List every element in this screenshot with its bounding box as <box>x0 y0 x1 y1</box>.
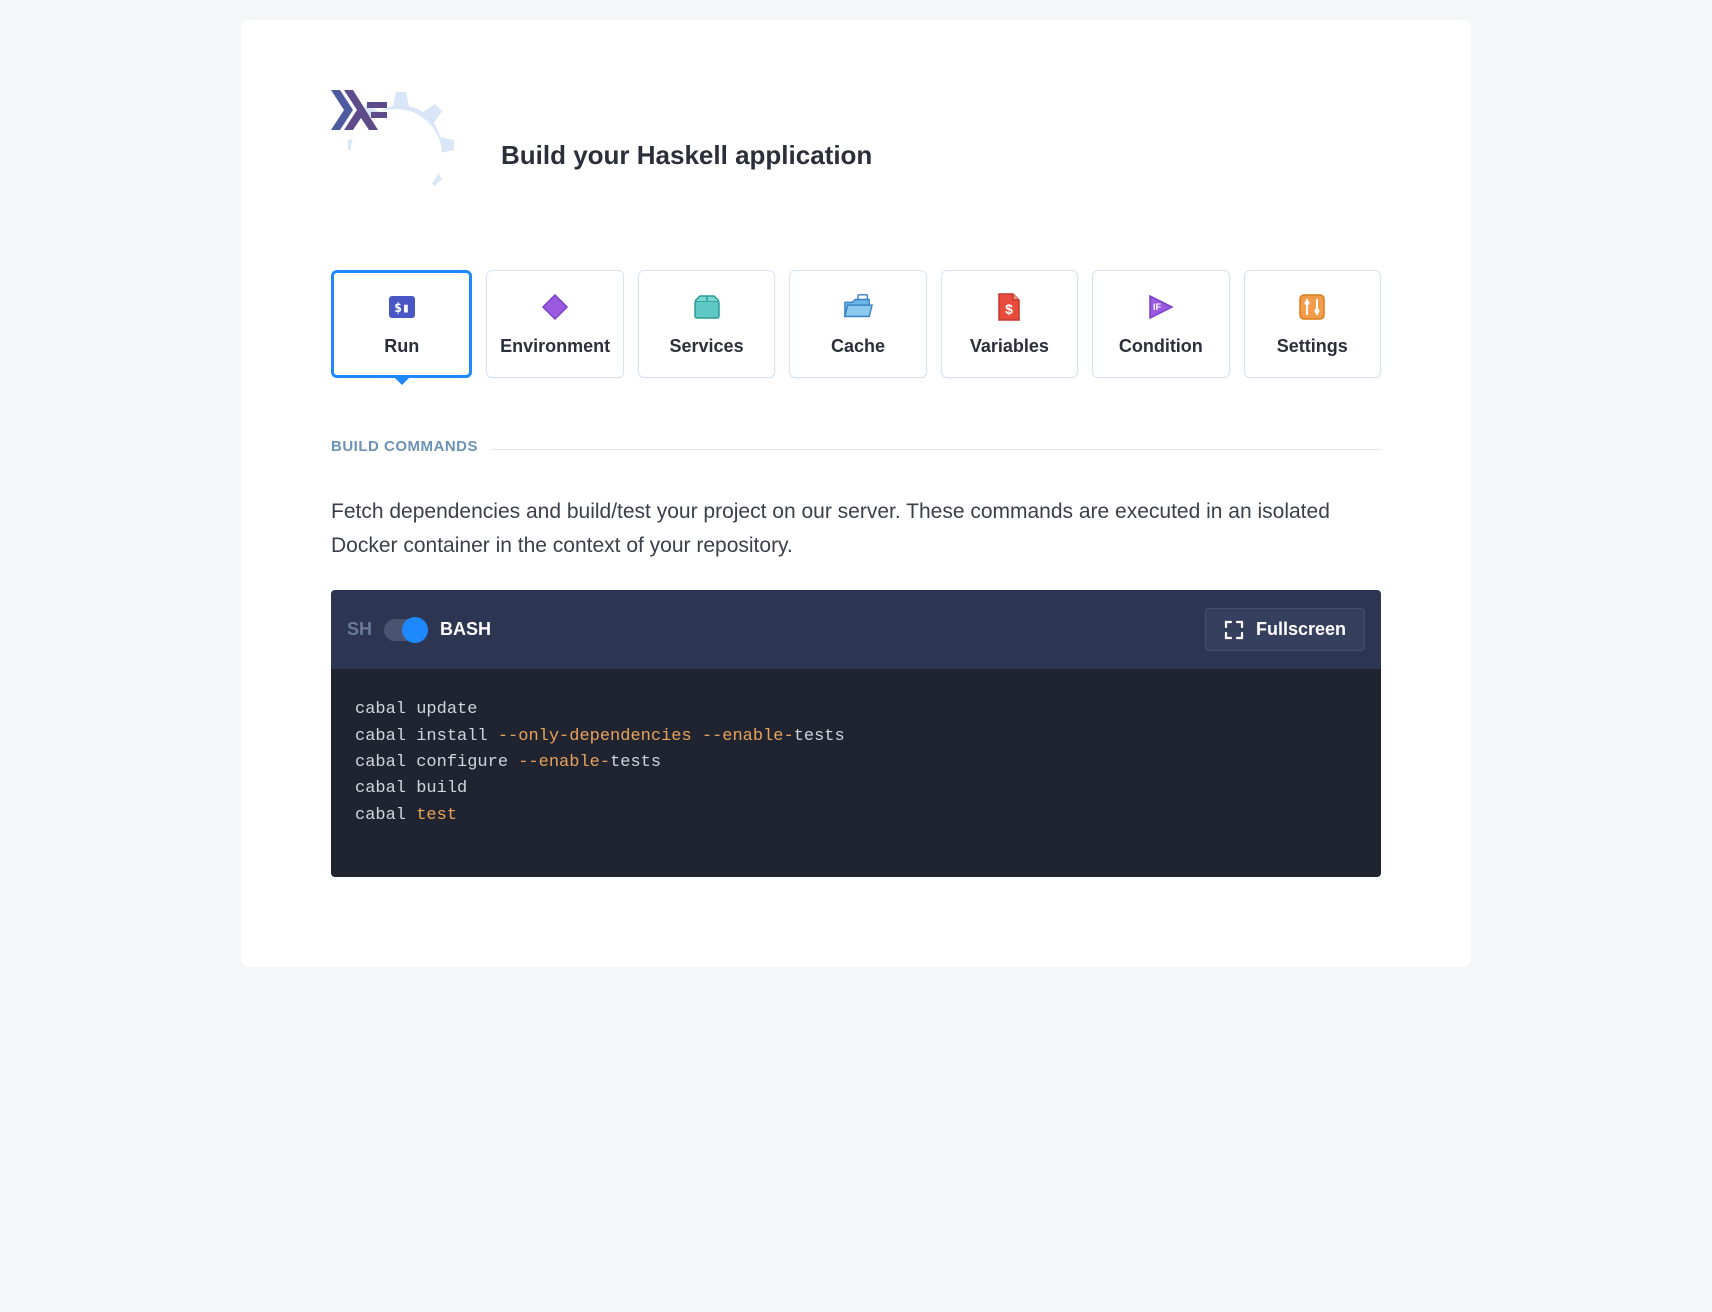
section-description: Fetch dependencies and build/test your p… <box>331 495 1381 562</box>
config-card: Build your Haskell application $▮ Run En… <box>241 20 1471 967</box>
fullscreen-icon <box>1224 620 1244 640</box>
svg-text:$: $ <box>1005 301 1013 317</box>
page-title: Build your Haskell application <box>501 140 872 171</box>
editor-toolbar: SH BASH Fullscreen <box>331 590 1381 669</box>
tab-label: Cache <box>831 336 885 357</box>
tab-label: Condition <box>1119 336 1203 357</box>
tab-label: Settings <box>1277 336 1348 357</box>
diamond-icon <box>540 292 570 322</box>
section-header: BUILD COMMANDS <box>331 438 1381 461</box>
code-line: cabal configure --enable-tests <box>355 750 1357 776</box>
section-title: BUILD COMMANDS <box>331 438 478 455</box>
tab-condition[interactable]: IF Condition <box>1092 270 1229 378</box>
editor-body[interactable]: cabal update cabal install --only-depend… <box>331 669 1381 877</box>
tab-settings[interactable]: Settings <box>1244 270 1381 378</box>
code-line: cabal build <box>355 776 1357 802</box>
svg-text:IF: IF <box>1153 302 1162 312</box>
tab-variables[interactable]: $ Variables <box>941 270 1078 378</box>
svg-text:$▮: $▮ <box>394 301 410 316</box>
language-badge <box>331 90 461 220</box>
tab-label: Run <box>384 336 419 357</box>
tab-cache[interactable]: Cache <box>789 270 926 378</box>
shell-option-sh[interactable]: SH <box>347 619 372 640</box>
code-line: cabal update <box>355 697 1357 723</box>
tab-environment[interactable]: Environment <box>486 270 623 378</box>
tab-label: Variables <box>970 336 1049 357</box>
play-if-icon: IF <box>1146 292 1176 322</box>
code-line: cabal test <box>355 803 1357 829</box>
sliders-icon <box>1297 292 1327 322</box>
fullscreen-label: Fullscreen <box>1256 619 1346 640</box>
tab-run[interactable]: $▮ Run <box>331 270 472 378</box>
shell-toggle-group: SH BASH <box>347 619 491 641</box>
tab-services[interactable]: Services <box>638 270 775 378</box>
divider <box>490 449 1381 450</box>
package-icon <box>692 292 722 322</box>
toggle-knob <box>402 617 428 643</box>
shell-option-bash[interactable]: BASH <box>440 619 491 640</box>
dollar-file-icon: $ <box>994 292 1024 322</box>
haskell-icon <box>331 90 387 130</box>
code-line: cabal install --only-dependencies --enab… <box>355 724 1357 750</box>
shell-toggle[interactable] <box>384 619 428 641</box>
tab-label: Services <box>670 336 744 357</box>
folder-icon <box>843 292 873 322</box>
fullscreen-button[interactable]: Fullscreen <box>1205 608 1365 651</box>
tabs: $▮ Run Environment Services Cache $ <box>331 270 1381 378</box>
tab-label: Environment <box>500 336 610 357</box>
code-editor: SH BASH Fullscreen cabal update cabal in… <box>331 590 1381 877</box>
terminal-icon: $▮ <box>387 292 417 322</box>
header: Build your Haskell application <box>331 90 1381 220</box>
